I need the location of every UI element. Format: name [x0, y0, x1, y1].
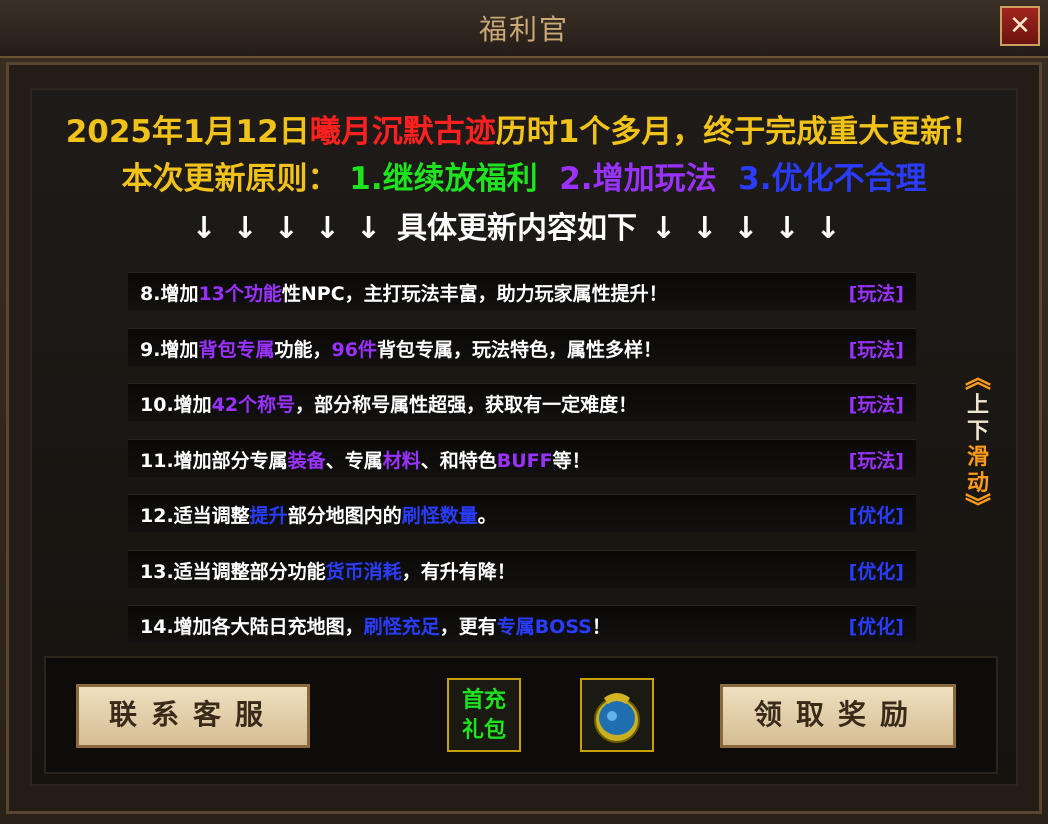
- update-text-segment: 部分地图内的: [287, 505, 402, 527]
- update-text-segment: 性NPC，主打玩法丰富，助力玩家属性提升！: [281, 283, 668, 305]
- update-text-segment: 刷怪数量: [401, 505, 478, 527]
- update-text-segment: 装备: [287, 449, 326, 472]
- scroll-hint-slide: 滑: [966, 445, 989, 470]
- scroll-hint-down: 下: [966, 419, 989, 444]
- update-text-segment: 专属BOSS: [496, 616, 592, 638]
- down-arrows-left: ↓↓↓↓↓: [191, 211, 397, 246]
- reward-officer-window: 福利官 ✕ 2025年1月12日曦月沉默古迹历时1个多月，终于完成重大更新！ 本…: [0, 0, 1048, 824]
- first-recharge-gift-icon[interactable]: 首充 礼包: [447, 678, 521, 752]
- update-text-segment: ，部分称号属性超强，获取有一定难度！: [295, 394, 638, 416]
- update-text-segment: 、专属: [325, 449, 383, 472]
- update-text-segment: 材料: [382, 449, 421, 472]
- update-text: 14.增加各大陆日充地图，刷怪充足，更有专属BOSS！: [140, 612, 611, 639]
- update-text: 13.适当调整部分功能货币消耗，有升有降！: [140, 557, 516, 584]
- update-text-segment: 背包专属，玩法特色，属性多样！: [376, 338, 662, 361]
- title-bar: 福利官 ✕: [0, 0, 1048, 58]
- date-text: 2025年1月12日: [65, 114, 310, 150]
- update-text: 10.增加42个称号，部分称号属性超强，获取有一定难度！: [140, 390, 637, 417]
- close-button[interactable]: ✕: [1000, 6, 1040, 46]
- headline-line-1: 2025年1月12日曦月沉默古迹历时1个多月，终于完成重大更新！: [0, 106, 1048, 151]
- down-arrows-right: ↓↓↓↓↓: [651, 211, 857, 246]
- update-text-segment: 背包专属: [198, 338, 275, 361]
- principle-2: 2.增加玩法: [559, 161, 717, 197]
- principle-1: 1.继续放福利: [349, 161, 538, 197]
- update-tag: [玩法]: [848, 394, 904, 416]
- update-row: 13.适当调整部分功能货币消耗，有升有降！ [优化]: [128, 549, 916, 588]
- update-tag: [优化]: [848, 616, 904, 638]
- update-text-segment: 刷怪充足: [363, 616, 440, 638]
- update-text-segment: 8.增加: [140, 283, 199, 305]
- update-text-segment: 96件: [331, 338, 377, 361]
- update-text-segment: 、和特色: [420, 449, 497, 472]
- update-text-segment: 等！: [552, 449, 591, 472]
- update-row: 8.增加13个功能性NPC，主打玩法丰富，助力玩家属性提升！ [玩法]: [128, 272, 916, 310]
- update-text-segment: ，有升有降！: [401, 560, 516, 583]
- scroll-hint-up: 上: [966, 393, 989, 418]
- game-name-text: 曦月沉默古迹: [309, 114, 496, 150]
- claim-reward-button[interactable]: 领取奖励: [720, 684, 956, 748]
- update-text-segment: 提升: [249, 505, 288, 527]
- update-tag: [玩法]: [848, 338, 904, 361]
- update-row: 11.增加部分专属装备、专属材料、和特色BUFF等！ [玩法]: [128, 438, 916, 477]
- gift-bag-graphic: [594, 693, 640, 743]
- update-text-segment: BUFF: [496, 449, 553, 472]
- update-text-segment: 11.增加部分专属: [140, 449, 288, 472]
- update-text: 8.增加13个功能性NPC，主打玩法丰富，助力玩家属性提升！: [140, 279, 668, 306]
- window-title: 福利官: [478, 13, 569, 46]
- update-row: 12.适当调整提升部分地图内的刷怪数量。 [优化]: [128, 494, 916, 532]
- update-announcement-text: 历时1个多月，终于完成重大更新！: [495, 114, 983, 150]
- principle-label: 本次更新原则：: [121, 161, 339, 197]
- update-text-segment: ！: [591, 616, 611, 638]
- update-text-segment: 。: [477, 505, 497, 527]
- principle-3: 3.优化不合理: [738, 161, 927, 197]
- headline-line-3: ↓↓↓↓↓具体更新内容如下 ↓↓↓↓↓: [0, 203, 1048, 247]
- update-tag: [玩法]: [848, 449, 904, 472]
- scroll-hint: ︽ 上 下 滑 动 ︾: [955, 366, 1001, 558]
- update-tag: [玩法]: [848, 283, 904, 305]
- update-tag: [优化]: [848, 560, 904, 583]
- update-text-segment: ，更有: [439, 616, 497, 638]
- update-text-segment: 14.增加各大陆日充地图，: [140, 616, 364, 638]
- chevron-up-icon: ︽: [964, 364, 991, 394]
- update-text-segment: 13.适当调整部分功能: [140, 560, 326, 583]
- update-text-segment: 货币消耗: [325, 560, 402, 583]
- update-text: 12.适当调整提升部分地图内的刷怪数量。: [140, 501, 497, 528]
- update-row: 14.增加各大陆日充地图，刷怪充足，更有专属BOSS！ [优化]: [128, 605, 916, 643]
- contact-service-button[interactable]: 联系客服: [76, 684, 310, 748]
- update-text: 9.增加背包专属功能，96件背包专属，玩法特色，属性多样！: [140, 335, 662, 362]
- first-recharge-line-2: 礼包: [461, 718, 506, 743]
- update-tag: [优化]: [848, 505, 904, 527]
- details-heading: 具体更新内容如下: [397, 211, 637, 246]
- gift-bag-icon[interactable]: [580, 678, 654, 752]
- update-text-segment: 9.增加: [140, 338, 199, 361]
- update-text-segment: 42个称号: [211, 394, 296, 416]
- headline-line-2: 本次更新原则： 1.继续放福利 2.增加玩法 3.优化不合理: [0, 153, 1048, 198]
- update-text: 11.增加部分专属装备、专属材料、和特色BUFF等！: [140, 446, 591, 473]
- update-row: 9.增加背包专属功能，96件背包专属，玩法特色，属性多样！ [玩法]: [128, 327, 916, 366]
- update-text-segment: 功能，: [274, 338, 332, 361]
- chevron-down-icon: ︾: [964, 493, 991, 523]
- update-row: 10.增加42个称号，部分称号属性超强，获取有一定难度！ [玩法]: [128, 383, 916, 421]
- first-recharge-label: 首充 礼包: [449, 686, 519, 746]
- update-text-segment: 12.适当调整: [140, 505, 250, 527]
- update-text-segment: 13个功能: [198, 283, 282, 305]
- first-recharge-line-1: 首充: [461, 688, 506, 713]
- update-text-segment: 10.增加: [140, 394, 212, 416]
